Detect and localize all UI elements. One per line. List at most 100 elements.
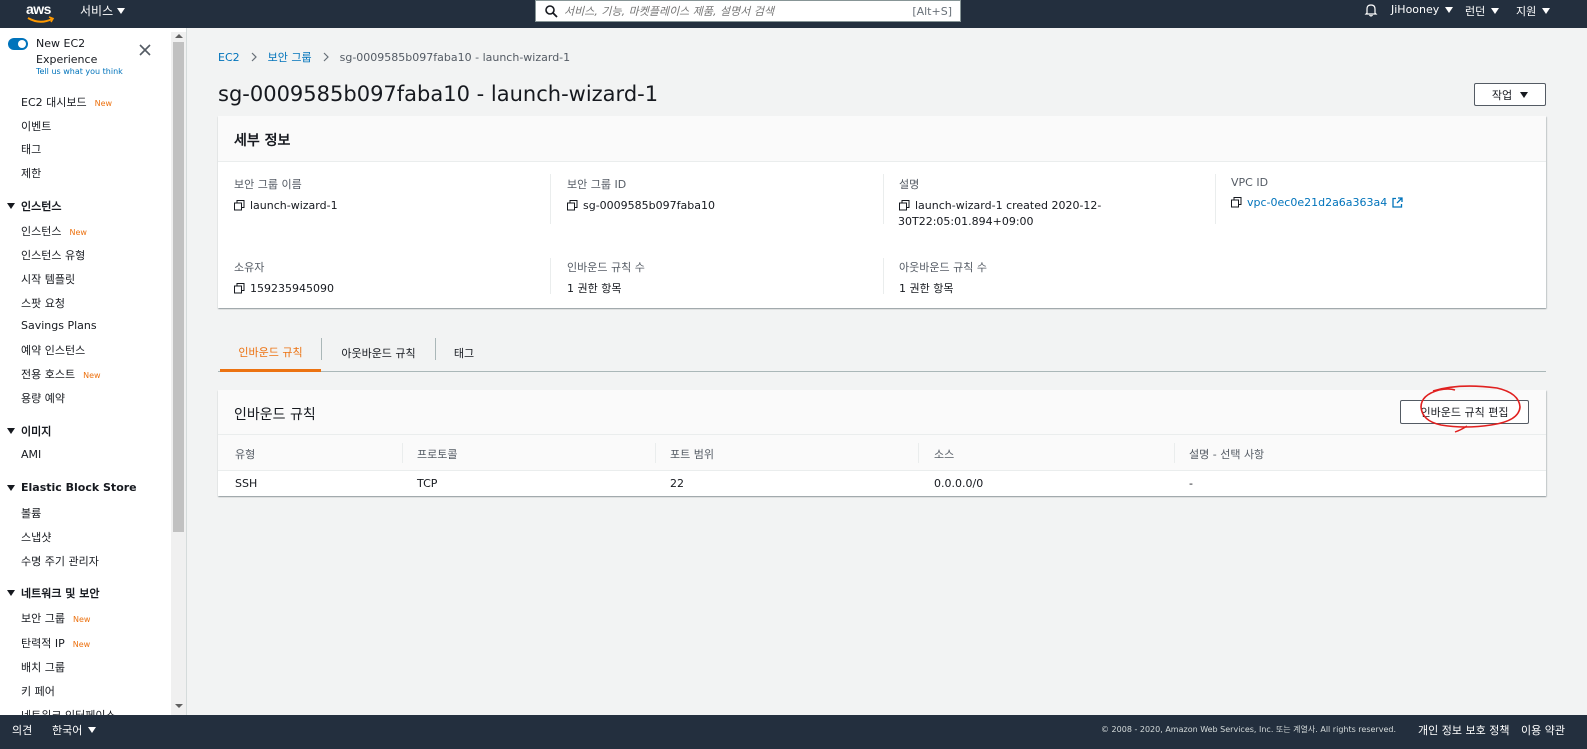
column-header-source[interactable]: 소스 bbox=[934, 446, 954, 462]
sidebar-item-instances[interactable]: 인스턴스 New bbox=[21, 223, 87, 239]
search-bar[interactable]: [Alt+S] bbox=[535, 0, 961, 22]
notifications-button[interactable] bbox=[1364, 3, 1378, 17]
sidebar-section-images[interactable]: 이미지 bbox=[7, 423, 51, 439]
aws-logo[interactable]: aws bbox=[26, 0, 56, 26]
account-menu[interactable]: JiHooney bbox=[1391, 3, 1454, 16]
breadcrumb-current: sg-0009585b097faba10 - launch-wizard-1 bbox=[339, 50, 571, 64]
sidebar-item-volumes[interactable]: 볼륨 bbox=[21, 505, 41, 521]
new-badge: New bbox=[83, 371, 101, 380]
breadcrumb-ec2[interactable]: EC2 bbox=[218, 51, 240, 64]
sidebar-item-capacity-reservations[interactable]: 용량 예약 bbox=[21, 390, 65, 406]
copy-icon[interactable] bbox=[1231, 197, 1242, 208]
tab-inbound-rules[interactable]: 인바운드 규칙 bbox=[220, 334, 321, 372]
sidebar-item-security-groups[interactable]: 보안 그룹 New bbox=[21, 610, 90, 626]
scroll-up-icon[interactable] bbox=[175, 34, 183, 38]
sidebar-item-events[interactable]: 이벤트 bbox=[21, 118, 51, 134]
sidebar-scrollbar-thumb[interactable] bbox=[173, 42, 184, 532]
region-name: 런던 bbox=[1465, 5, 1486, 18]
language-label: 한국어 bbox=[52, 724, 83, 737]
cell-type: SSH bbox=[235, 477, 258, 490]
tab-outbound-rules[interactable]: 아웃바운드 규칙 bbox=[322, 334, 435, 372]
top-navigation-bar: aws 서비스 [Alt+S] JiHooney 런던 지원 bbox=[0, 0, 1587, 28]
caret-down-icon bbox=[7, 428, 15, 434]
field-inbound-count: 인바운드 규칙 수 1 권한 항목 bbox=[567, 259, 645, 297]
field-owner: 소유자 159235945090 bbox=[234, 259, 334, 297]
field-label: 설명 bbox=[899, 178, 920, 191]
field-value: launch-wizard-1 bbox=[250, 199, 338, 212]
new-badge: New bbox=[72, 615, 91, 624]
cell-source: 0.0.0.0/0 bbox=[934, 477, 984, 490]
search-shortcut-hint: [Alt+S] bbox=[912, 4, 952, 18]
search-input[interactable] bbox=[564, 2, 913, 20]
field-label: 보안 그룹 ID bbox=[567, 178, 627, 191]
actions-label: 작업 bbox=[1491, 88, 1513, 102]
copy-icon[interactable] bbox=[567, 200, 578, 211]
actions-button[interactable]: 작업 bbox=[1474, 83, 1546, 106]
close-icon[interactable] bbox=[138, 43, 152, 57]
cell-port-range: 22 bbox=[670, 477, 684, 490]
sidebar-item-reserved-instances[interactable]: 예약 인스턴스 bbox=[21, 342, 85, 358]
services-menu[interactable]: 서비스 bbox=[80, 2, 126, 19]
external-link-icon[interactable] bbox=[1392, 197, 1403, 208]
copy-icon[interactable] bbox=[234, 200, 245, 211]
table-header: 유형 프로토콜 포트 범위 소스 설명 - 선택 사항 bbox=[218, 435, 1546, 471]
copy-icon[interactable] bbox=[899, 200, 910, 211]
chevron-down-icon bbox=[117, 7, 126, 14]
sidebar-item-savings-plans[interactable]: Savings Plans bbox=[21, 319, 97, 332]
column-divider bbox=[883, 258, 884, 294]
support-menu[interactable]: 지원 bbox=[1516, 3, 1551, 19]
column-divider bbox=[1215, 174, 1216, 224]
sidebar-item-spot-requests[interactable]: 스팟 요청 bbox=[21, 295, 65, 311]
breadcrumb-security-groups[interactable]: 보안 그룹 bbox=[268, 49, 312, 65]
tab-bar: 인바운드 규칙 아웃바운드 규칙 태그 bbox=[218, 334, 1546, 372]
cell-description: - bbox=[1189, 477, 1193, 490]
sidebar-section-ebs[interactable]: Elastic Block Store bbox=[7, 481, 137, 494]
column-divider bbox=[550, 174, 551, 224]
column-header-port-range[interactable]: 포트 범위 bbox=[670, 446, 714, 462]
language-selector[interactable]: 한국어 bbox=[52, 722, 97, 738]
terms-link[interactable]: 이용 약관 bbox=[1521, 722, 1565, 738]
inbound-rules-header: 인바운드 규칙 인바운드 규칙 편집 bbox=[218, 390, 1546, 435]
cell-protocol: TCP bbox=[417, 477, 438, 490]
vpc-link[interactable]: vpc-0ec0e21d2a6a363a4 bbox=[1247, 195, 1387, 211]
privacy-policy-link[interactable]: 개인 정보 보호 정책 bbox=[1418, 722, 1509, 738]
field-value-cont: 30T22:05:01.894+09:00 bbox=[898, 215, 1034, 228]
column-divider bbox=[1174, 443, 1175, 463]
sidebar-item-placement-groups[interactable]: 배치 그룹 bbox=[21, 659, 65, 675]
chevron-right-icon bbox=[251, 52, 257, 62]
sidebar-section-network-security[interactable]: 네트워크 및 보안 bbox=[7, 585, 100, 601]
field-sg-name: 보안 그룹 이름 launch-wizard-1 bbox=[234, 176, 338, 214]
tab-tags[interactable]: 태그 bbox=[436, 334, 492, 372]
sidebar-item-tags[interactable]: 태그 bbox=[21, 141, 41, 157]
feedback-button[interactable]: 의견 bbox=[12, 722, 32, 738]
sidebar-item-lifecycle-manager[interactable]: 수명 주기 관리자 bbox=[21, 553, 99, 569]
column-header-description[interactable]: 설명 - 선택 사항 bbox=[1189, 446, 1264, 462]
field-value: 159235945090 bbox=[250, 282, 334, 295]
sidebar-item-ec2-dashboard[interactable]: EC2 대시보드 New bbox=[21, 94, 112, 110]
column-divider bbox=[918, 443, 919, 463]
region-menu[interactable]: 런던 bbox=[1465, 3, 1500, 19]
column-header-type[interactable]: 유형 bbox=[235, 446, 255, 462]
field-label: VPC ID bbox=[1231, 176, 1269, 189]
caret-down-icon bbox=[7, 590, 15, 596]
sidebar-item-network-interfaces[interactable]: 네트워크 인터페이스 bbox=[21, 707, 116, 715]
column-header-protocol[interactable]: 프로토콜 bbox=[417, 446, 457, 462]
new-experience-toggle[interactable] bbox=[8, 38, 28, 50]
field-value: launch-wizard-1 created 2020-12- bbox=[915, 199, 1102, 212]
page-title: sg-0009585b097faba10 - launch-wizard-1 bbox=[218, 82, 659, 106]
sidebar-item-key-pairs[interactable]: 키 페어 bbox=[21, 683, 55, 699]
sidebar-item-dedicated-hosts[interactable]: 전용 호스트 New bbox=[21, 366, 101, 382]
sidebar-item-instance-types[interactable]: 인스턴스 유형 bbox=[21, 247, 85, 263]
feedback-link[interactable]: Tell us what you think bbox=[36, 67, 123, 76]
sidebar-item-limits[interactable]: 제한 bbox=[21, 165, 41, 181]
sidebar-item-launch-templates[interactable]: 시작 템플릿 bbox=[21, 271, 75, 287]
services-label: 서비스 bbox=[80, 4, 114, 18]
scroll-down-icon[interactable] bbox=[175, 704, 183, 708]
field-value: 1 권한 항목 bbox=[899, 282, 954, 295]
sidebar-item-ami[interactable]: AMI bbox=[21, 448, 41, 461]
sidebar-item-elastic-ips[interactable]: 탄력적 IP New bbox=[21, 635, 90, 651]
copy-icon[interactable] bbox=[234, 283, 245, 294]
sidebar-item-snapshots[interactable]: 스냅샷 bbox=[21, 529, 51, 545]
sidebar-section-instances[interactable]: 인스턴스 bbox=[7, 198, 61, 214]
column-divider bbox=[655, 443, 656, 463]
